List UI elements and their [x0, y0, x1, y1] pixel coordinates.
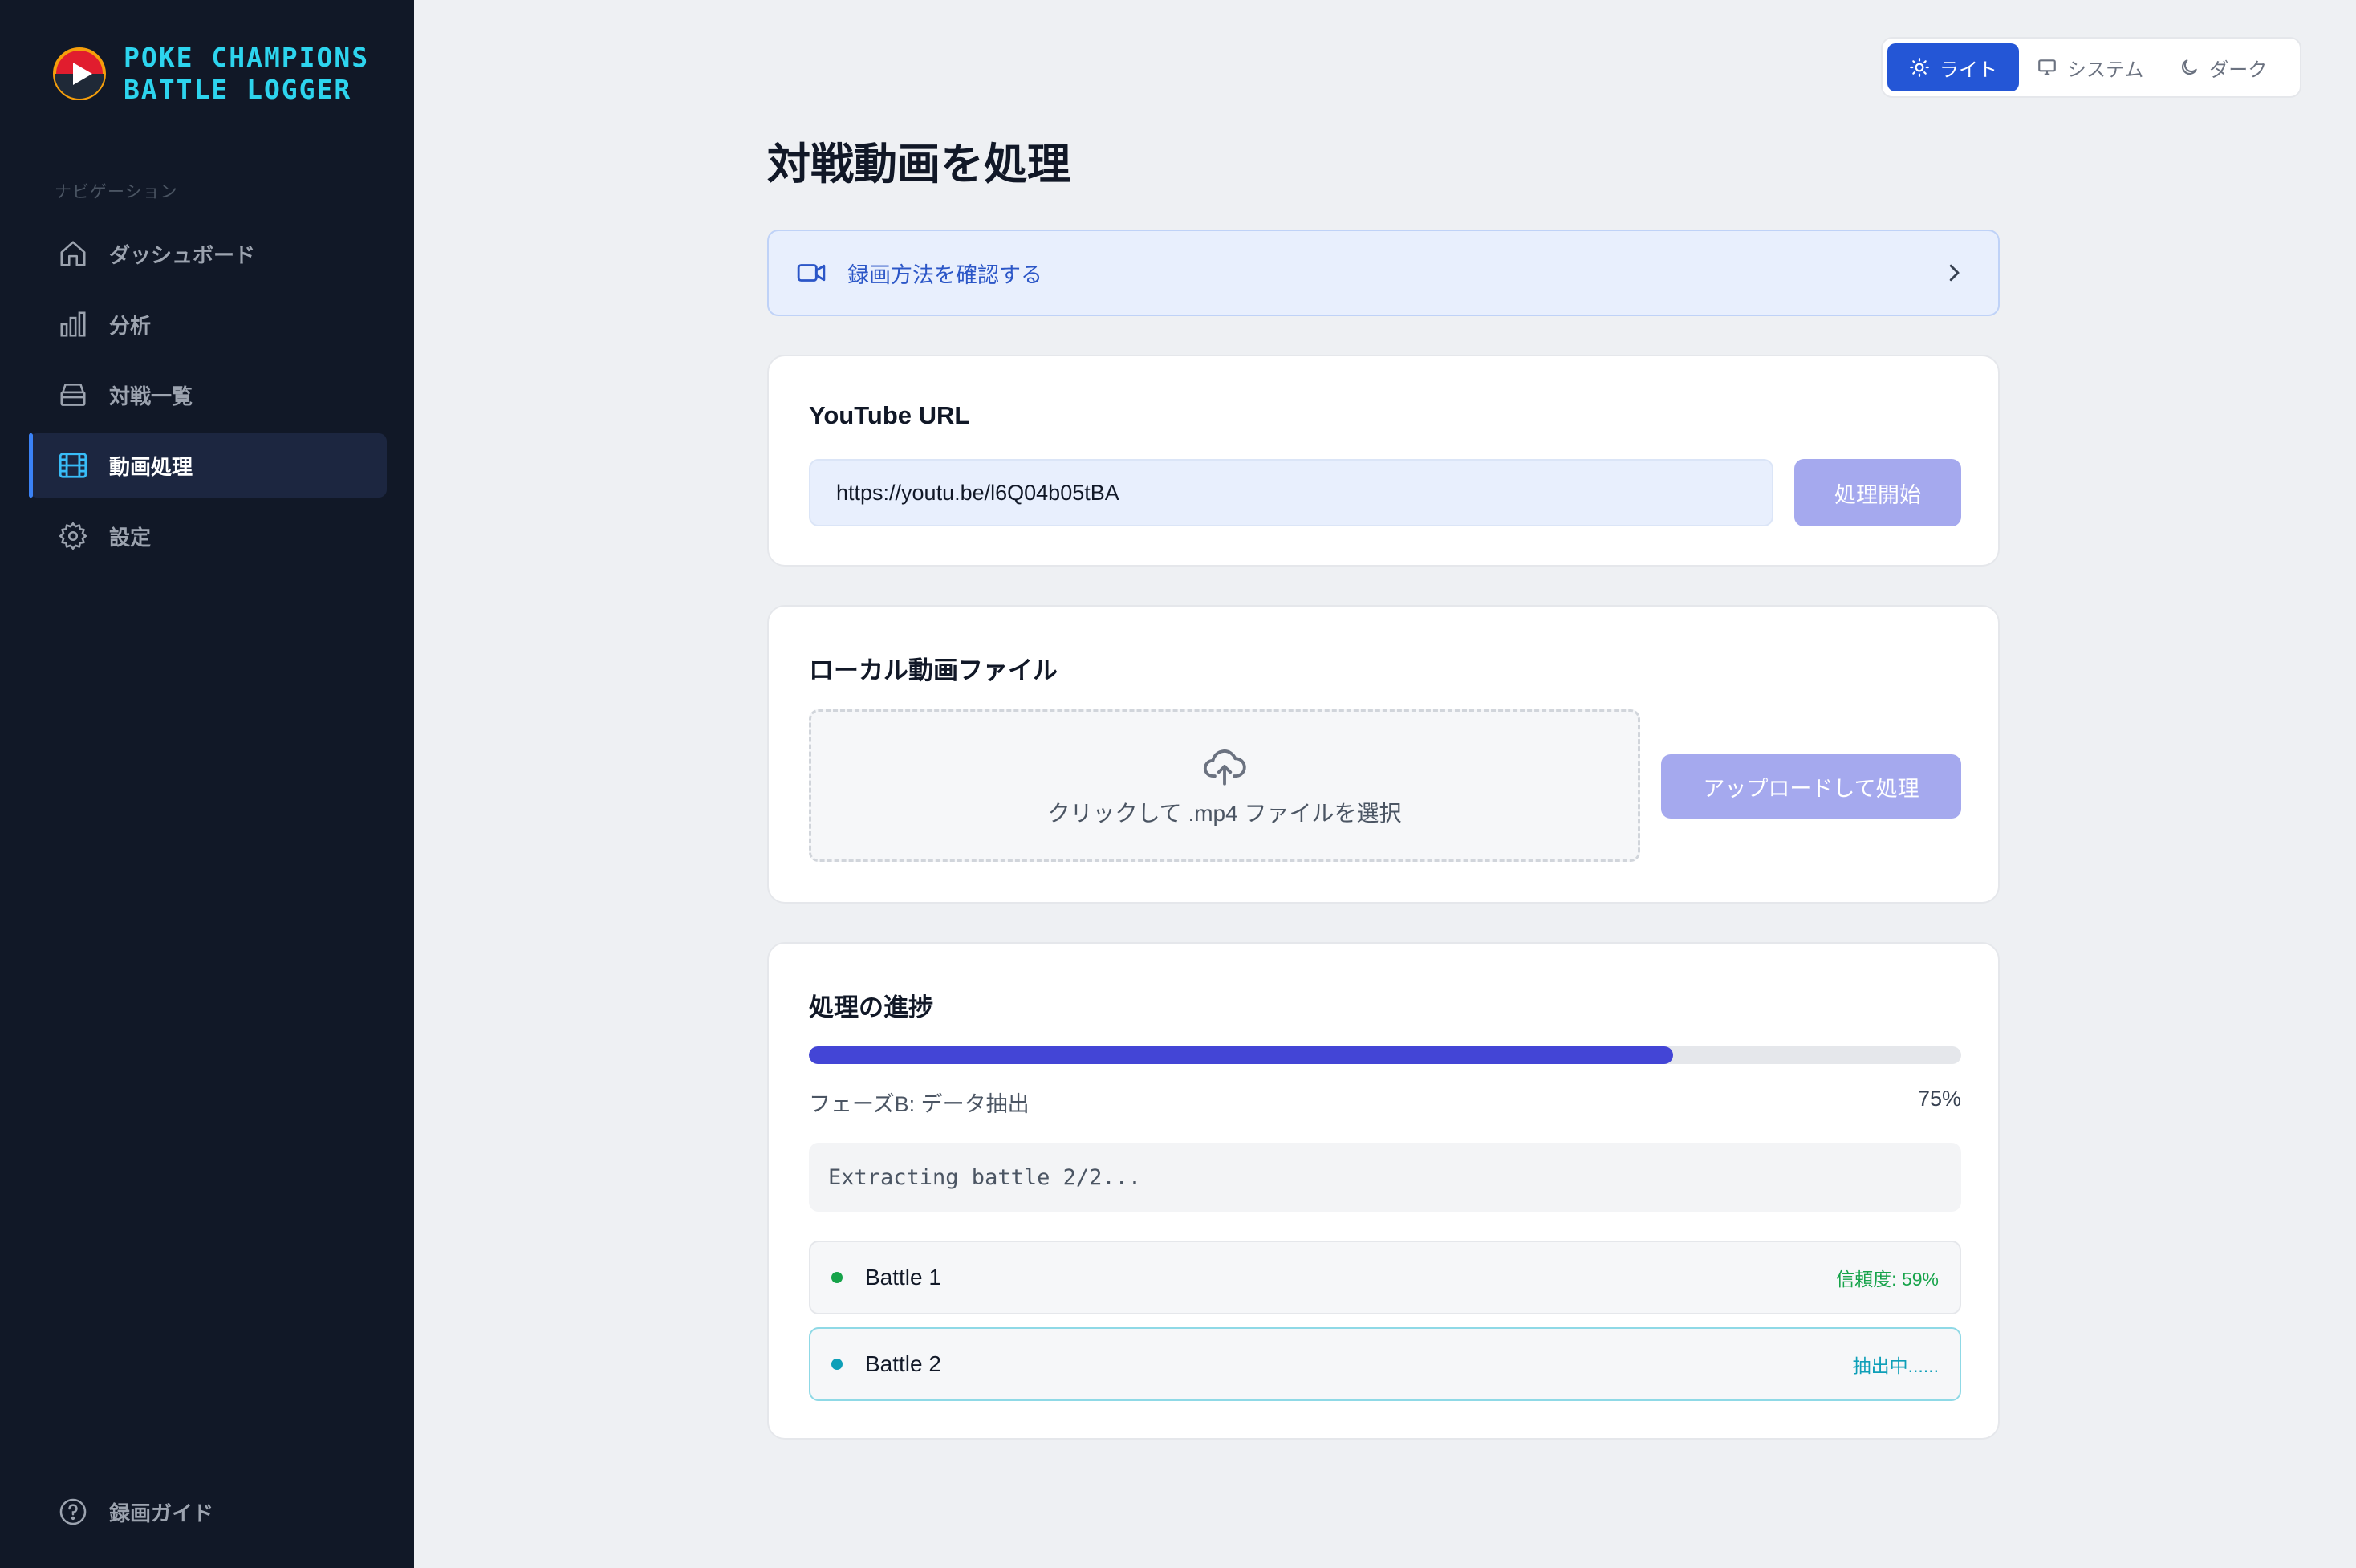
recording-guide-banner[interactable]: 録画方法を確認する: [767, 230, 2000, 316]
page-title: 対戦動画を処理: [767, 140, 1070, 189]
youtube-url-title: YouTube URL: [809, 401, 970, 429]
battle-status: 信頼度: 59%: [1836, 1269, 1939, 1290]
battle-status: 抽出中......: [1852, 1355, 1939, 1376]
sidebar-item-label: 分析: [109, 313, 152, 338]
bar-chart-icon: [60, 311, 86, 337]
monitor-icon: [2038, 59, 2056, 75]
battle-row: Battle 1 信頼度: 59%: [809, 1241, 1961, 1314]
battle-name: Battle 2: [865, 1351, 941, 1376]
sidebar-item-label: 設定: [109, 525, 152, 550]
youtube-url-card: YouTube URL 処理開始: [767, 355, 2000, 567]
cloud-upload-icon: [1203, 749, 1246, 786]
local-video-card: ローカル動画ファイル クリックして .mp4 ファイルを選択 アップロードして処…: [767, 605, 2000, 904]
sidebar-item-dashboard[interactable]: ダッシュボード: [29, 221, 387, 286]
video-camera-icon: [797, 264, 826, 282]
sidebar-item-label: 動画処理: [109, 454, 193, 479]
film-icon: [59, 453, 87, 478]
youtube-url-input[interactable]: [809, 459, 1773, 526]
local-video-title: ローカル動画ファイル: [809, 656, 1058, 684]
brand-name: POKE CHAMPIONS BATTLE LOGGER: [124, 42, 369, 106]
moon-icon: [2182, 59, 2198, 75]
sidebar-item-settings[interactable]: 設定: [29, 504, 387, 568]
progress-bar-fill: [809, 1046, 1673, 1064]
theme-system-button[interactable]: システム: [2019, 43, 2161, 91]
sidebar-item-label: 対戦一覧: [109, 384, 193, 408]
dropzone-label: クリックして .mp4 ファイルを選択: [1047, 801, 1402, 826]
progress-phase: フェーズB: データ抽出: [809, 1092, 1030, 1116]
progress-percent: 75%: [1917, 1087, 1961, 1111]
file-dropzone[interactable]: クリックして .mp4 ファイルを選択: [809, 709, 1640, 862]
battle-row: Battle 2 抽出中......: [809, 1327, 1961, 1401]
sun-icon: [1910, 58, 1929, 77]
status-dot: [831, 1272, 843, 1283]
sidebar-item-analysis[interactable]: 分析: [29, 292, 387, 356]
progress-card: 処理の進捗 フェーズB: データ抽出 75% Extracting battle…: [767, 942, 2000, 1440]
theme-light-button[interactable]: ライト: [1887, 43, 2019, 91]
sidebar-item-video[interactable]: 動画処理: [29, 433, 387, 498]
sidebar-item-battles[interactable]: 対戦一覧: [29, 363, 387, 427]
theme-system-label: システム: [2067, 59, 2144, 81]
recording-guide-label: 録画方法を確認する: [847, 262, 1042, 287]
help-circle-icon: [59, 1498, 87, 1525]
sidebar: POKE CHAMPIONS BATTLE LOGGER ナビゲーション ダッシ…: [0, 0, 414, 1568]
progress-bar: [809, 1046, 1961, 1064]
sidebar-item-recording-guide[interactable]: 録画ガイド: [29, 1480, 387, 1544]
play-logo-icon: [53, 47, 106, 100]
theme-dark-label: ダーク: [2209, 59, 2268, 81]
nav-heading: ナビゲーション: [55, 183, 178, 201]
home-icon: [60, 241, 86, 266]
gear-icon: [59, 522, 87, 550]
brand-line-2: BATTLE LOGGER: [124, 74, 352, 105]
brand-line-1: POKE CHAMPIONS: [124, 42, 370, 73]
progress-title: 処理の進捗: [809, 993, 933, 1022]
sidebar-item-label: 録画ガイド: [109, 1501, 214, 1525]
status-dot: [831, 1359, 843, 1370]
upload-and-process-button[interactable]: アップロードして処理: [1661, 754, 1961, 819]
brand[interactable]: POKE CHAMPIONS BATTLE LOGGER: [53, 42, 369, 106]
sidebar-item-label: ダッシュボード: [109, 242, 256, 267]
archive-icon: [60, 384, 86, 406]
theme-light-label: ライト: [1940, 59, 1997, 81]
start-processing-button[interactable]: 処理開始: [1794, 459, 1961, 526]
theme-switcher: ライト システム ダーク: [1881, 37, 2301, 98]
theme-dark-button[interactable]: ダーク: [2161, 43, 2285, 91]
progress-log: Extracting battle 2/2...: [809, 1143, 1961, 1212]
chevron-right-icon: [1949, 264, 1960, 282]
battle-name: Battle 1: [865, 1265, 941, 1290]
